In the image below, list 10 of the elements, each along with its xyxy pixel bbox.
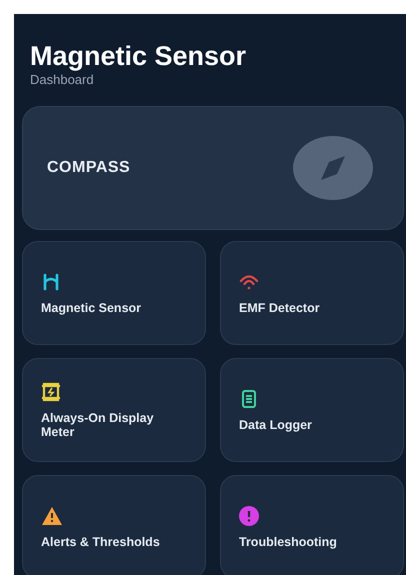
compass-card[interactable]: COMPASS	[22, 106, 404, 230]
app-title: Magnetic Sensor	[30, 40, 248, 72]
feature-card[interactable]: EMF Detector	[220, 241, 404, 345]
feature-card[interactable]: Data Logger	[220, 358, 404, 462]
feature-card[interactable]: Magnetic Sensor	[22, 241, 206, 345]
app-subtitle: Dashboard	[30, 72, 95, 88]
feature-card[interactable]: Troubleshooting	[220, 475, 404, 575]
feature-card[interactable]: Alerts & Thresholds	[22, 475, 206, 575]
feature-card[interactable]: Always-On Display Meter	[22, 358, 206, 462]
compass-icon	[293, 136, 373, 200]
